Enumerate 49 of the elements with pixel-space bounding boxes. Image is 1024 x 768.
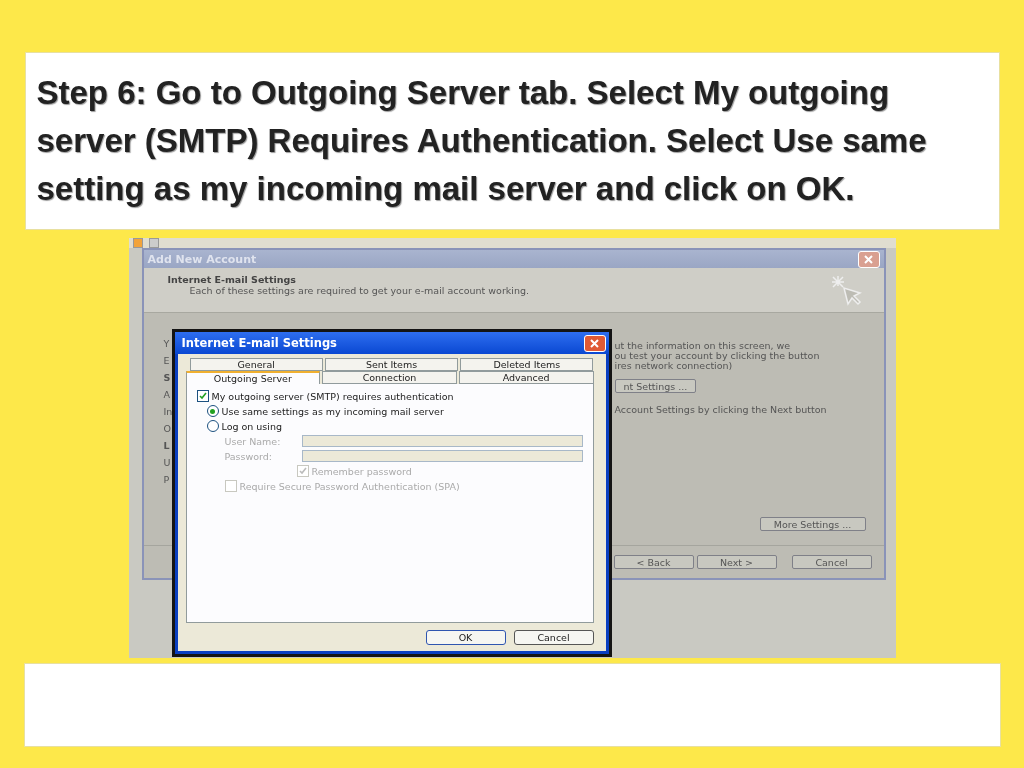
tab[interactable]: Deleted Items (460, 358, 594, 371)
more-settings-button[interactable]: More Settings ... (759, 517, 866, 531)
radio-button[interactable] (206, 405, 219, 417)
description-text: Account Settings by clicking the Next button (614, 405, 827, 415)
field-label: U (163, 456, 171, 470)
field-label: Password: (224, 450, 274, 462)
field-label: E (163, 354, 170, 368)
close-icon (590, 338, 599, 348)
field-label: S (163, 371, 171, 385)
checkbox-label: My outgoing server (SMTP) requires authentication (211, 390, 454, 402)
radio-label: Log on using (221, 420, 282, 432)
field-label: User Name: (224, 435, 282, 447)
tab[interactable]: Advanced (458, 371, 594, 384)
field-label: A (163, 388, 170, 402)
window-title: Add New Account (147, 252, 257, 266)
description-text: ou test your account by clicking the button (614, 351, 820, 361)
tab[interactable]: Sent Items (324, 358, 459, 371)
wizard-button[interactable]: < Back (613, 555, 694, 569)
field-label: L (163, 439, 170, 453)
description-text: ut the information on this screen, we (614, 341, 791, 351)
tab[interactable]: Outgoing Server (185, 371, 321, 384)
section-title: Internet E-mail Settings (167, 274, 297, 285)
checkmark-icon (198, 392, 207, 400)
tab[interactable]: Connection (322, 371, 457, 384)
tab[interactable]: General (189, 358, 323, 371)
description-text: ires network connection) (614, 361, 733, 371)
checkbox-label: Require Secure Password Authentication (SPA) (239, 480, 460, 492)
close-icon (864, 254, 873, 264)
field-label: In (163, 405, 173, 419)
field-label: P (163, 473, 170, 487)
wizard-button[interactable]: Cancel (791, 555, 872, 569)
checkmark-icon (298, 467, 307, 475)
test-settings-button[interactable]: nt Settings ... (614, 379, 697, 393)
app-icon[interactable] (132, 238, 143, 248)
radio-label: Use same settings as my incoming mail server (221, 405, 444, 417)
field-label: O (163, 422, 171, 436)
radio-button[interactable] (206, 420, 219, 432)
wizard-button[interactable]: Next > (696, 555, 777, 569)
toolbar-icon[interactable] (148, 238, 159, 248)
checkbox-label: Remember password (311, 465, 412, 477)
checkbox[interactable] (196, 390, 209, 402)
cursor-sparkle-icon (829, 274, 864, 308)
dialog-title: Internet E-mail Settings (181, 336, 337, 350)
dialog-button[interactable]: Cancel (513, 629, 594, 645)
close-button[interactable] (583, 334, 606, 352)
slide-title: Step 6: Go to Outgoing Server tab. Select My outgoing server (SMTP) Requires Authentication. Select Use same setting as my incoming mail server and click on OK. (36, 73, 928, 209)
dialog-button[interactable]: OK (425, 629, 506, 645)
field-label: Y (163, 337, 170, 351)
section-subtitle: Each of these settings are required to get your e-mail account working. (188, 285, 530, 296)
